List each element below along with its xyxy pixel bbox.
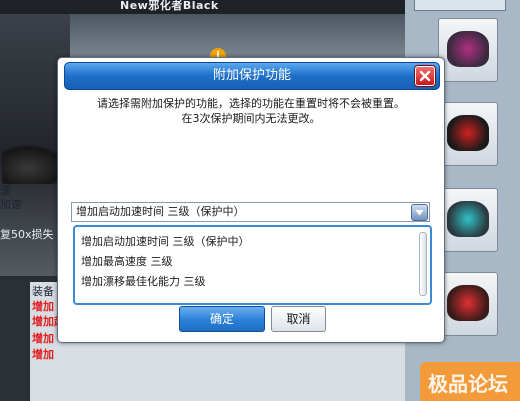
equipment-stat: 增加: [32, 300, 54, 313]
kart-icon: [447, 115, 489, 151]
close-icon: [419, 70, 431, 82]
dropdown-button[interactable]: [411, 204, 428, 221]
close-button[interactable]: [415, 66, 435, 86]
cancel-button[interactable]: 取消: [271, 306, 326, 332]
stat-label: 复50x损失: [0, 228, 54, 241]
kart-slot[interactable]: [438, 188, 498, 252]
kart-list-tab[interactable]: [414, 0, 506, 11]
dialog-title-bar[interactable]: 附加保护功能: [64, 62, 440, 90]
function-select-value: 增加启动加速时间 三级（保护中）: [76, 205, 245, 218]
equipment-thumb: [0, 282, 30, 401]
list-item[interactable]: 增加漂移最佳化能力 三级: [81, 273, 206, 289]
dialog-description: 请选择需附加保护的功能，选择的功能在重置时将不会被重置。 在3次保护期间内无法更…: [58, 96, 444, 126]
function-list[interactable]: 增加启动加速时间 三级（保护中） 增加最高速度 三级 增加漂移最佳化能力 三级: [73, 225, 432, 305]
confirm-button[interactable]: 确定: [179, 306, 265, 332]
equipment-stat: 增加: [32, 348, 54, 361]
function-select[interactable]: 增加启动加速时间 三级（保护中）: [71, 202, 430, 222]
list-item[interactable]: 增加最高速度 三级: [81, 253, 173, 269]
watermark-text: 极品论坛: [428, 372, 508, 396]
car-name: New邪化者Black: [120, 0, 219, 12]
chevron-down-icon: [415, 210, 424, 216]
dialog-title: 附加保护功能: [212, 68, 291, 83]
equipment-label: 装备: [32, 285, 54, 298]
list-item[interactable]: 增加启动加速时间 三级（保护中）: [81, 233, 250, 249]
kart-slot[interactable]: [438, 272, 498, 336]
kart-icon: [447, 285, 489, 321]
equipment-stat: 增加: [32, 332, 54, 345]
scroll-thumb[interactable]: [419, 232, 427, 296]
list-scrollbar[interactable]: [419, 232, 427, 296]
description-line: 在3次保护期间内无法更改。: [181, 112, 321, 125]
kart-slot[interactable]: [438, 18, 498, 82]
stat-label: 加速: [0, 198, 22, 211]
protection-dialog: 附加保护功能 请选择需附加保护的功能，选择的功能在重置时将不会被重置。 在3次保…: [57, 57, 445, 343]
description-line: 请选择需附加保护的功能，选择的功能在重置时将不会被重置。: [97, 97, 405, 110]
kart-icon: [447, 201, 489, 237]
kart-icon: [447, 31, 489, 67]
kart-slot[interactable]: [438, 102, 498, 166]
